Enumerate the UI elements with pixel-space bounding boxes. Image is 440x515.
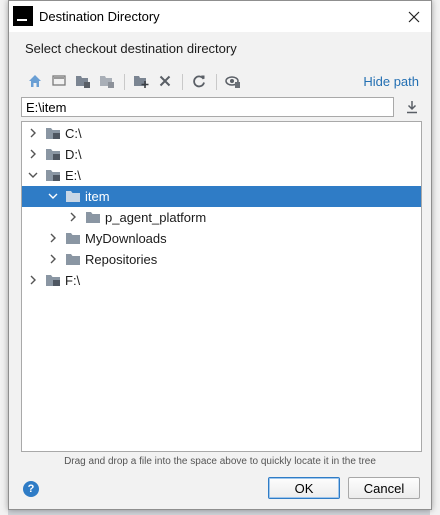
tree-row[interactable]: C:\ [22, 123, 421, 144]
tree-row[interactable]: item [22, 186, 421, 207]
download-icon [407, 101, 417, 114]
desktop-icon [52, 75, 66, 86]
ok-button[interactable]: OK [268, 477, 340, 499]
drive-folder-icon [46, 170, 60, 181]
refresh-button[interactable] [189, 71, 209, 91]
title-bar: Destination Directory [9, 1, 431, 32]
chevron-right-icon[interactable] [27, 148, 39, 160]
chevron-down-icon[interactable] [27, 169, 39, 181]
toolbar-separator [182, 74, 183, 90]
home-button[interactable] [25, 71, 45, 91]
tree-row[interactable]: D:\ [22, 144, 421, 165]
hide-path-link[interactable]: Hide path [363, 74, 419, 89]
destination-directory-dialog: Destination Directory Select checkout de… [8, 0, 432, 510]
help-icon: ? [27, 483, 35, 495]
file-chooser-toolbar: Hide path [25, 71, 421, 93]
chevron-right-icon[interactable] [47, 253, 59, 265]
chevron-right-icon[interactable] [47, 232, 59, 244]
download-path-button[interactable] [403, 98, 421, 116]
intellij-app-icon [13, 6, 33, 26]
drag-drop-hint: Drag and drop a file into the space abov… [64, 456, 376, 467]
tree-row-label: item [85, 189, 110, 204]
chevron-right-icon[interactable] [27, 127, 39, 139]
project-dir-button[interactable] [73, 71, 93, 91]
tree-row[interactable]: p_agent_platform [22, 207, 421, 228]
tree-row-label: C:\ [65, 126, 82, 141]
folder-icon [86, 212, 100, 223]
new-folder-button[interactable] [131, 71, 151, 91]
folder-icon [66, 191, 80, 202]
cancel-button[interactable]: Cancel [348, 477, 420, 499]
tree-row-label: D:\ [65, 147, 82, 162]
chevron-right-icon[interactable] [27, 274, 39, 286]
show-hidden-button[interactable] [223, 71, 243, 91]
path-field[interactable] [21, 97, 394, 117]
tree-row-label: E:\ [65, 168, 81, 183]
drive-folder-icon [46, 128, 60, 139]
tree-row[interactable]: Repositories [22, 249, 421, 270]
window-title: Destination Directory [39, 9, 160, 24]
dialog-subtitle: Select checkout destination directory [25, 41, 237, 56]
tree-row-label: Repositories [85, 252, 158, 267]
chevron-down-icon[interactable] [47, 190, 59, 202]
close-icon [408, 11, 420, 22]
tree-row[interactable]: MyDownloads [22, 228, 421, 249]
show-hidden-icon [225, 76, 240, 88]
module-dir-button[interactable] [97, 71, 117, 91]
directory-tree[interactable]: C:\ D:\ E:\ item p_agent_platform MyDownloads… [21, 121, 422, 452]
folder-icon [66, 233, 80, 244]
toolbar-separator [216, 74, 217, 90]
tree-row-label: MyDownloads [85, 231, 167, 246]
home-icon [29, 75, 41, 87]
tree-row[interactable]: F:\ [22, 270, 421, 291]
background-ide-left [0, 0, 8, 515]
desktop-button[interactable] [49, 71, 69, 91]
delete-button[interactable] [155, 71, 175, 91]
refresh-icon [193, 75, 205, 88]
chevron-right-icon[interactable] [67, 211, 79, 223]
drive-folder-icon [46, 149, 60, 160]
tree-row-label: p_agent_platform [105, 210, 207, 225]
tree-row-label: F:\ [65, 273, 81, 288]
toolbar-separator [124, 74, 125, 90]
folder-icon [66, 254, 80, 265]
close-button[interactable] [397, 1, 431, 32]
module-icon [100, 76, 114, 88]
drive-folder-icon [46, 275, 60, 286]
tree-row[interactable]: E:\ [22, 165, 421, 186]
new-folder-icon [134, 76, 149, 88]
delete-icon [159, 75, 171, 87]
help-button[interactable]: ? [23, 481, 39, 497]
project-icon [76, 76, 90, 88]
